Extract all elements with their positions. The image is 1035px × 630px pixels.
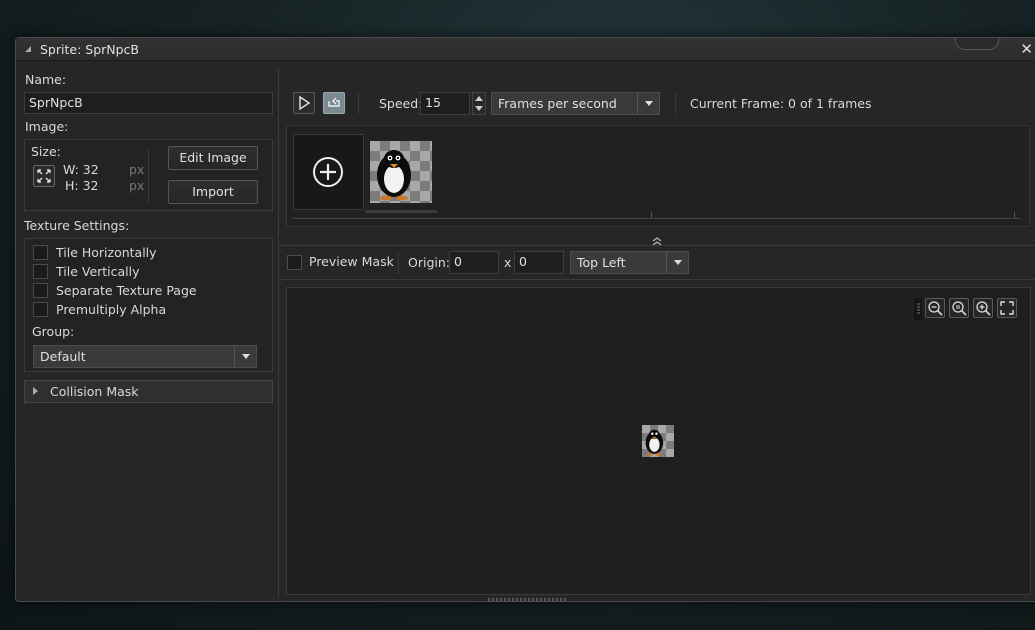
loop-button[interactable] bbox=[323, 92, 345, 114]
section-divider-2 bbox=[279, 279, 1035, 280]
height-unit: px bbox=[129, 178, 145, 193]
size-divider bbox=[148, 148, 149, 204]
sprite-name-input[interactable]: SprNpcB bbox=[24, 92, 273, 114]
frame-thumbnail[interactable] bbox=[370, 141, 432, 203]
toolbar-divider bbox=[358, 92, 359, 114]
play-button[interactable] bbox=[293, 92, 315, 114]
zoom-out-button[interactable] bbox=[925, 298, 945, 318]
zoom-in-icon bbox=[976, 301, 991, 316]
group-label: Group: bbox=[32, 324, 75, 339]
sprite-editor-window: Sprite: SprNpcB ✕ Name: SprNpcB Image: S… bbox=[15, 37, 1035, 602]
play-icon bbox=[299, 95, 311, 111]
texture-group-dropdown[interactable]: Default bbox=[33, 345, 257, 368]
texture-group-value: Default bbox=[40, 349, 86, 364]
origin-x-input[interactable]: 0 bbox=[449, 251, 499, 274]
fit-to-screen-icon bbox=[1000, 301, 1014, 315]
zoom-in-button[interactable] bbox=[973, 298, 993, 318]
size-label: Size: bbox=[31, 144, 61, 159]
collision-mask-header[interactable]: Collision Mask bbox=[24, 380, 273, 403]
height-text: H: 32 bbox=[65, 178, 99, 193]
tile-horizontally-label: Tile Horizontally bbox=[56, 245, 157, 260]
zoom-out-icon bbox=[928, 301, 943, 316]
close-icon[interactable]: ✕ bbox=[1020, 40, 1033, 58]
origin-bar: Preview Mask Origin: 0 x 0 Top Left bbox=[286, 250, 1031, 276]
toolbar-divider-2 bbox=[675, 92, 676, 114]
current-frame-text: Current Frame: 0 of 1 frames bbox=[690, 96, 872, 111]
sprite-canvas[interactable] bbox=[286, 287, 1031, 595]
width-unit: px bbox=[129, 162, 145, 177]
loop-icon bbox=[328, 97, 340, 107]
texture-settings-group: Tile Horizontally Tile Vertically Separa… bbox=[24, 238, 273, 372]
separate-texture-page-checkbox[interactable] bbox=[33, 283, 48, 298]
titlebar-notch bbox=[955, 38, 999, 50]
origin-y-input[interactable]: 0 bbox=[514, 251, 564, 274]
zoom-toolbar bbox=[914, 298, 1022, 320]
zoom-reset-button[interactable] bbox=[949, 298, 969, 318]
origin-divider bbox=[398, 252, 399, 274]
speed-input[interactable]: 15 bbox=[420, 92, 470, 115]
sprite-preview bbox=[642, 425, 674, 457]
texture-settings-label: Texture Settings: bbox=[24, 218, 130, 233]
speed-label: Speed: bbox=[379, 96, 423, 111]
premultiply-alpha-checkbox[interactable] bbox=[33, 302, 48, 317]
window-titlebar[interactable]: Sprite: SprNpcB ✕ bbox=[16, 38, 1035, 61]
speed-unit-dropdown[interactable]: Frames per second bbox=[491, 92, 660, 115]
penguin-sprite-icon bbox=[377, 150, 411, 201]
origin-x-separator: x bbox=[504, 255, 512, 270]
chevron-down-icon[interactable] bbox=[234, 346, 256, 367]
add-frame-icon bbox=[313, 157, 343, 187]
ruler-tick bbox=[1014, 212, 1015, 218]
name-label: Name: bbox=[25, 72, 67, 87]
frame-strip bbox=[286, 125, 1030, 227]
tile-vertically-label: Tile Vertically bbox=[56, 264, 140, 279]
speed-stepper[interactable] bbox=[472, 92, 486, 115]
zoom-reset-icon bbox=[952, 301, 967, 316]
expand-triangle-icon[interactable] bbox=[33, 387, 38, 395]
chevron-down-icon[interactable] bbox=[666, 252, 688, 273]
stepper-down-icon[interactable] bbox=[475, 106, 483, 111]
origin-preset-dropdown[interactable]: Top Left bbox=[570, 251, 689, 274]
import-button[interactable]: Import bbox=[168, 180, 258, 204]
width-text: W: 32 bbox=[63, 162, 99, 177]
edit-image-button[interactable]: Edit Image bbox=[168, 146, 258, 170]
add-frame-button[interactable] bbox=[293, 134, 364, 210]
frame-selection-bar bbox=[365, 210, 437, 213]
resize-grip[interactable] bbox=[488, 598, 566, 602]
window-title: Sprite: SprNpcB bbox=[40, 42, 139, 57]
preview-mask-label: Preview Mask bbox=[309, 254, 394, 269]
properties-panel: Name: SprNpcB Image: Size: W: 32 H: 32 p… bbox=[16, 61, 278, 601]
panel-splitter[interactable] bbox=[278, 68, 279, 598]
preview-mask-checkbox[interactable] bbox=[287, 255, 302, 270]
tile-vertically-checkbox[interactable] bbox=[33, 264, 48, 279]
collision-mask-label: Collision Mask bbox=[50, 384, 139, 399]
premultiply-alpha-label: Premultiply Alpha bbox=[56, 302, 167, 317]
penguin-sprite-icon bbox=[645, 429, 664, 456]
resize-icon[interactable] bbox=[33, 165, 55, 187]
fit-to-screen-button[interactable] bbox=[997, 298, 1017, 318]
collapse-triangle-icon[interactable] bbox=[25, 46, 31, 52]
ruler-tick bbox=[651, 212, 652, 218]
timeline-ruler bbox=[293, 218, 1021, 219]
origin-label: Origin: bbox=[408, 255, 450, 270]
stepper-up-icon[interactable] bbox=[475, 96, 483, 101]
separate-texture-page-label: Separate Texture Page bbox=[56, 283, 197, 298]
grip-handle[interactable] bbox=[914, 298, 922, 320]
speed-unit-value: Frames per second bbox=[498, 96, 617, 111]
image-label: Image: bbox=[25, 119, 69, 134]
origin-preset-value: Top Left bbox=[577, 255, 626, 270]
image-group: Size: W: 32 H: 32 px px Edit Image Impor… bbox=[24, 139, 273, 211]
animation-toolbar: Speed: 15 Frames per second Current Fram… bbox=[286, 88, 1031, 118]
tile-horizontally-checkbox[interactable] bbox=[33, 245, 48, 260]
collapse-up-icon[interactable] bbox=[649, 234, 665, 246]
chevron-down-icon[interactable] bbox=[637, 93, 659, 114]
section-divider bbox=[279, 245, 1035, 246]
